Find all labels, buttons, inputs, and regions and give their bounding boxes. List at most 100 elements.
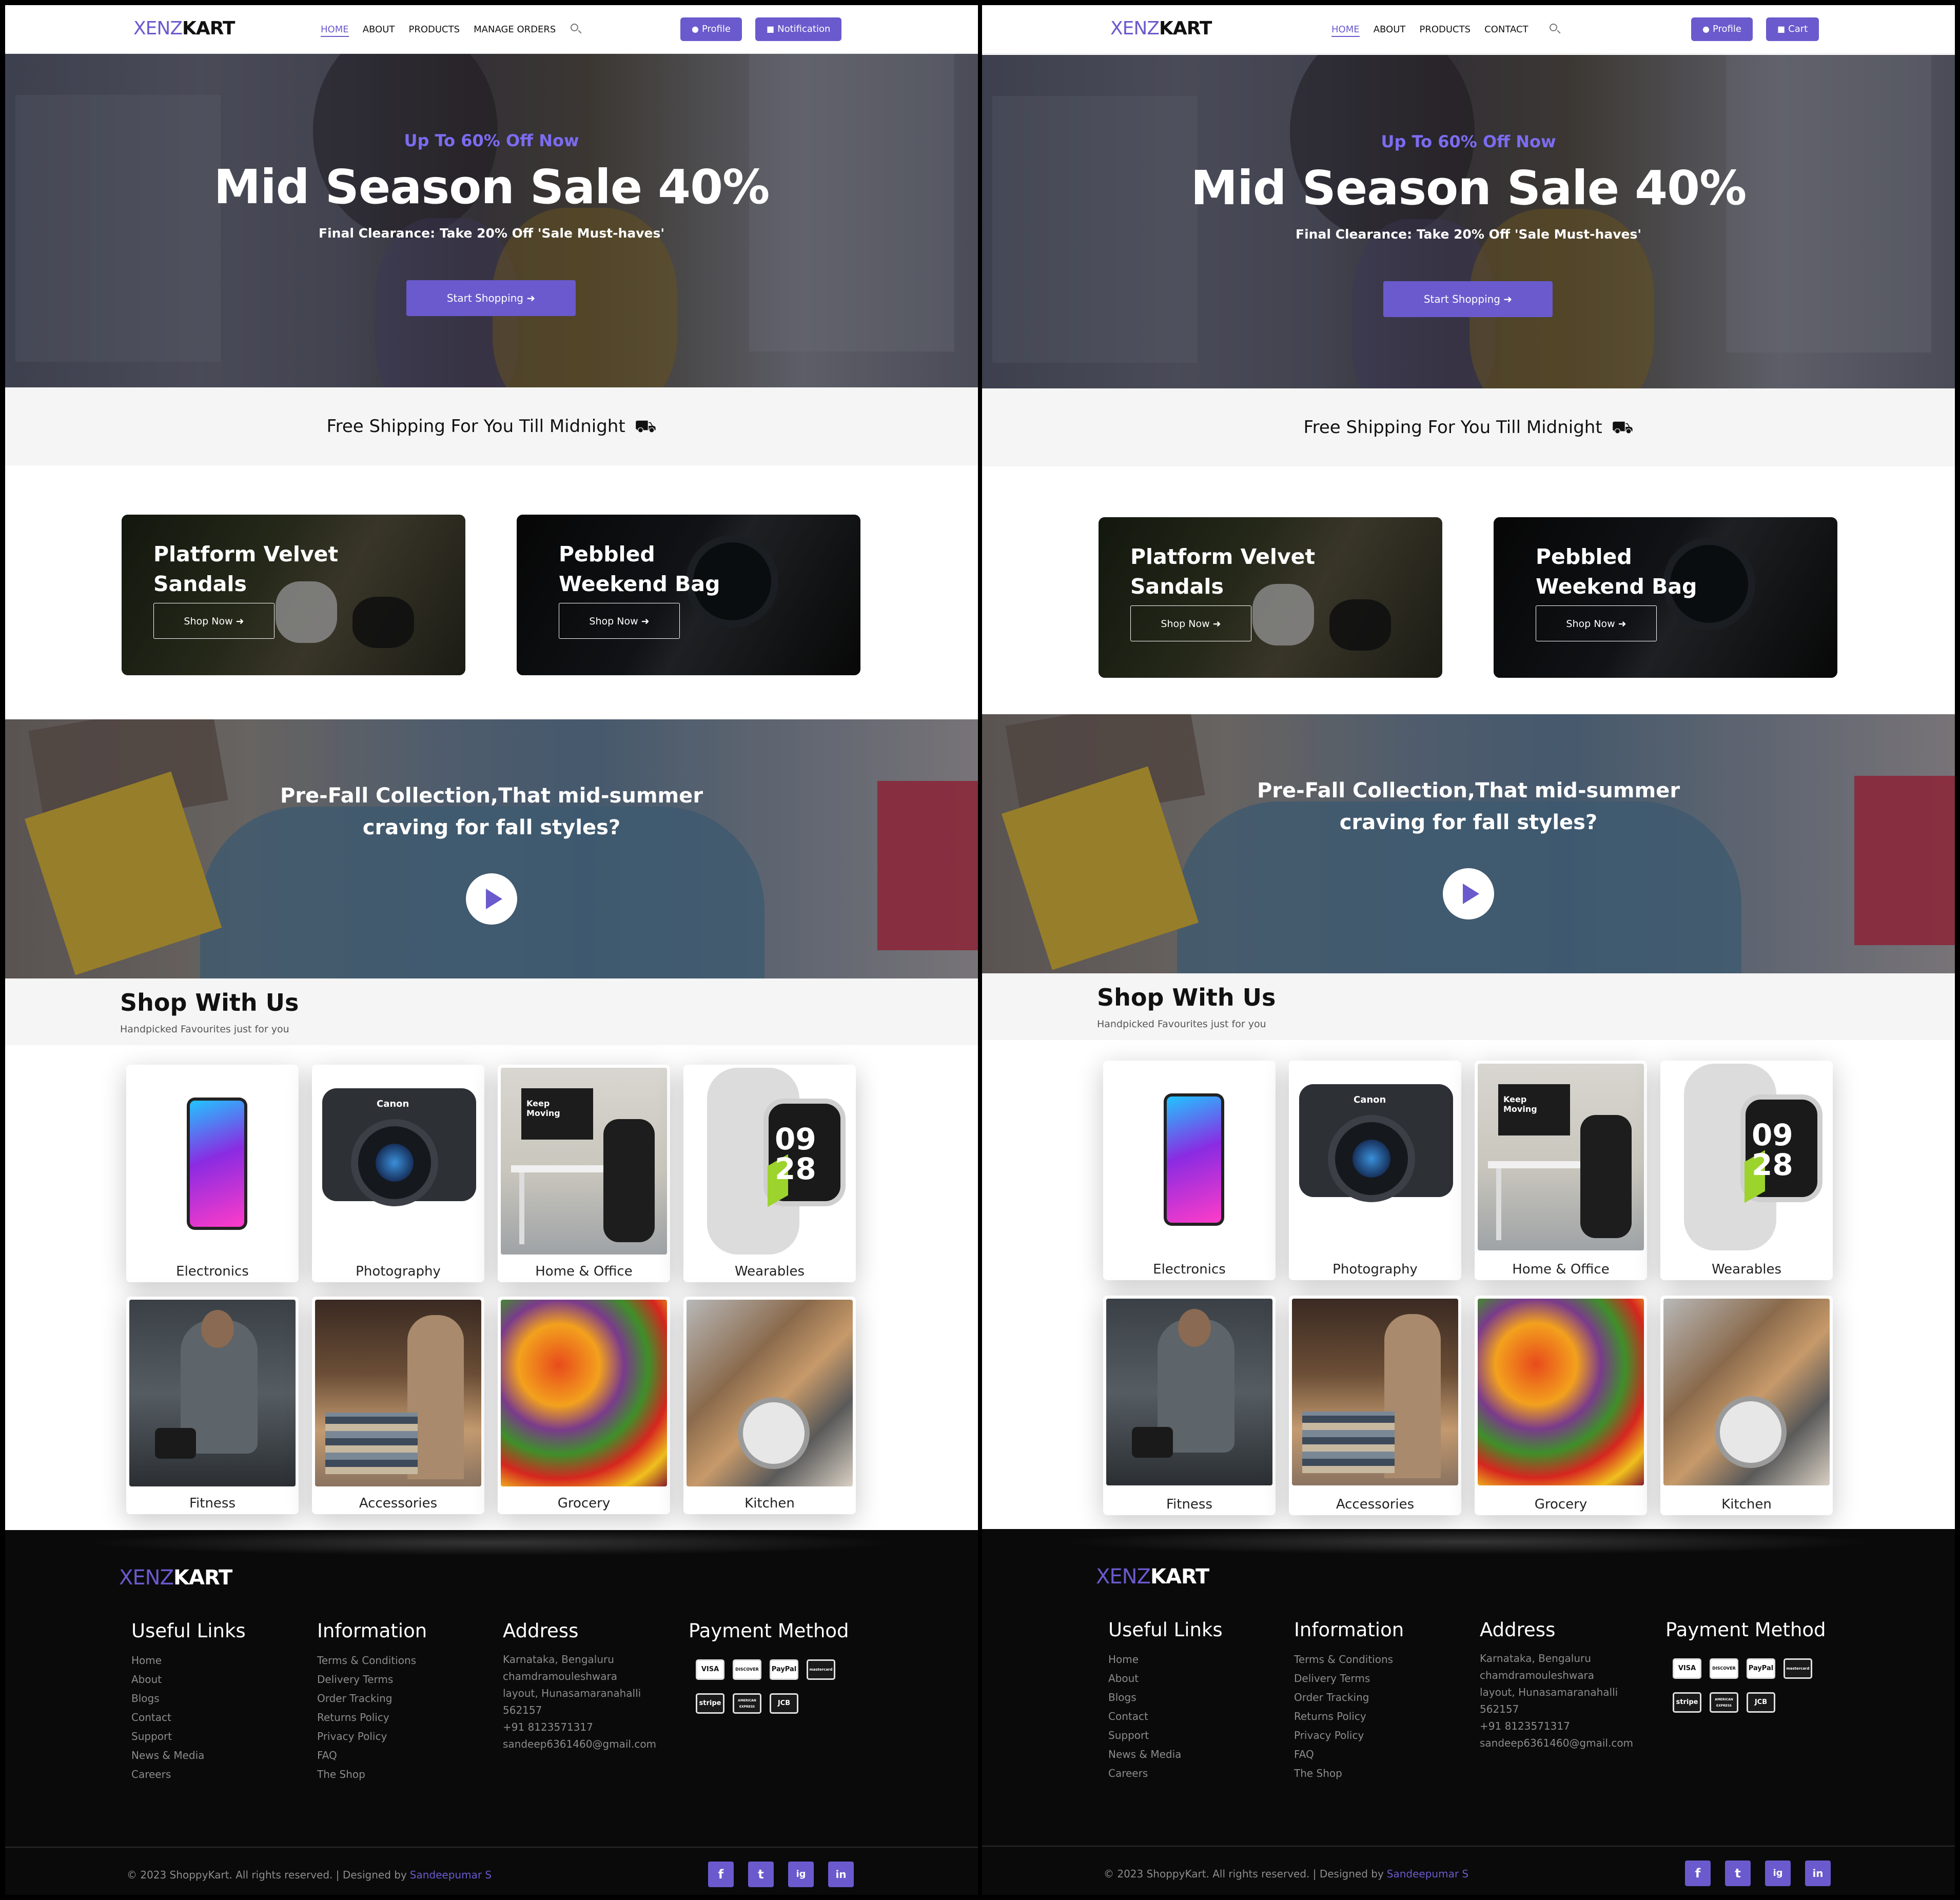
twitter-icon[interactable]: t bbox=[748, 1862, 774, 1887]
category-card-photography[interactable]: Canon Photography bbox=[1289, 1061, 1461, 1280]
footer-link[interactable]: Careers bbox=[1108, 1764, 1283, 1783]
footer-link[interactable]: Contact bbox=[131, 1708, 306, 1727]
profile-button[interactable]: ● Profile bbox=[680, 17, 742, 41]
footer-link[interactable]: Support bbox=[1108, 1726, 1283, 1745]
kitchen-image bbox=[1663, 1299, 1830, 1485]
footer-link[interactable]: Delivery Terms bbox=[317, 1670, 492, 1689]
cart-button[interactable]: ■ Cart bbox=[1766, 17, 1819, 41]
start-shopping-button[interactable]: Start Shopping ➜ bbox=[406, 280, 576, 316]
footer-link[interactable]: Home bbox=[131, 1651, 306, 1670]
search-icon[interactable] bbox=[570, 23, 583, 36]
nav-about[interactable]: ABOUT bbox=[363, 24, 395, 36]
footer-link[interactable]: Returns Policy bbox=[317, 1708, 492, 1727]
footer-link[interactable]: News & Media bbox=[131, 1746, 306, 1765]
amex-icon: AMERICAN EXPRESS bbox=[733, 1693, 761, 1714]
profile-button[interactable]: ● Profile bbox=[1691, 17, 1753, 41]
user-icon: ● bbox=[692, 24, 699, 34]
jcb-icon: JCB bbox=[770, 1693, 798, 1714]
footer-link[interactable]: The Shop bbox=[1294, 1764, 1468, 1783]
footer-link[interactable]: Privacy Policy bbox=[1294, 1726, 1468, 1745]
promo-card-bag[interactable]: Pebbled Weekend Bag Shop Now ➜ bbox=[517, 515, 860, 675]
header: XENZKART HOME ABOUT PRODUCTS MANAGE ORDE… bbox=[5, 5, 978, 54]
category-card-kitchen[interactable]: Kitchen bbox=[1660, 1296, 1833, 1515]
category-card-fitness[interactable]: Fitness bbox=[1103, 1296, 1276, 1515]
section-subtitle: Handpicked Favourites just for you bbox=[120, 1024, 289, 1035]
category-card-wearables[interactable]: 09 28 Wearables bbox=[683, 1065, 856, 1282]
instagram-icon[interactable]: ig bbox=[788, 1862, 814, 1887]
logo[interactable]: XENZKART bbox=[1110, 17, 1212, 40]
category-card-electronics[interactable]: Electronics bbox=[1103, 1061, 1276, 1280]
footer-link[interactable]: Terms & Conditions bbox=[1294, 1650, 1468, 1669]
nav-products[interactable]: PRODUCTS bbox=[1419, 24, 1471, 36]
footer-link[interactable]: Privacy Policy bbox=[317, 1727, 492, 1746]
arrow-right-icon: ➜ bbox=[1618, 618, 1626, 630]
shipping-banner: Free Shipping For You Till Midnight ⛟ bbox=[5, 387, 978, 465]
nav-home[interactable]: HOME bbox=[1331, 24, 1360, 37]
designer-link[interactable]: Sandeepumar S bbox=[1387, 1868, 1468, 1880]
footer-link[interactable]: Order Tracking bbox=[1294, 1688, 1468, 1707]
footer-link[interactable]: About bbox=[1108, 1669, 1283, 1688]
footer-link[interactable]: The Shop bbox=[317, 1765, 492, 1784]
footer-link[interactable]: Blogs bbox=[1108, 1688, 1283, 1707]
shop-now-button[interactable]: Shop Now ➜ bbox=[1536, 605, 1657, 641]
footer-link[interactable]: Delivery Terms bbox=[1294, 1669, 1468, 1688]
start-shopping-button[interactable]: Start Shopping ➜ bbox=[1383, 281, 1553, 317]
instagram-icon[interactable]: ig bbox=[1765, 1860, 1791, 1886]
category-card-kitchen[interactable]: Kitchen bbox=[683, 1297, 856, 1514]
footer-logo[interactable]: XENZKART bbox=[119, 1566, 232, 1590]
shop-now-button[interactable]: Shop Now ➜ bbox=[559, 603, 680, 639]
footer-link[interactable]: FAQ bbox=[317, 1746, 492, 1765]
visa-icon: VISA bbox=[1673, 1658, 1701, 1679]
promo-title: Platform Velvet Sandals bbox=[153, 542, 339, 596]
footer-link[interactable]: About bbox=[131, 1670, 306, 1689]
designer-link[interactable]: Sandeepumar S bbox=[410, 1869, 492, 1881]
category-card-wearables[interactable]: 09 28 Wearables bbox=[1660, 1061, 1833, 1280]
facebook-icon[interactable]: f bbox=[1685, 1860, 1711, 1886]
nav-products[interactable]: PRODUCTS bbox=[408, 24, 460, 36]
play-button[interactable] bbox=[466, 873, 517, 925]
footer-link[interactable]: Returns Policy bbox=[1294, 1707, 1468, 1726]
paypal-icon: PayPal bbox=[1747, 1658, 1775, 1679]
shop-now-button[interactable]: Shop Now ➜ bbox=[153, 603, 275, 639]
footer-link[interactable]: Support bbox=[131, 1727, 306, 1746]
category-card-grocery[interactable]: Grocery bbox=[498, 1297, 670, 1514]
footer-link[interactable]: Order Tracking bbox=[317, 1689, 492, 1708]
shop-now-button[interactable]: Shop Now ➜ bbox=[1130, 605, 1251, 641]
category-card-accessories[interactable]: Accessories bbox=[312, 1297, 484, 1514]
promo-card-sandals[interactable]: Platform Velvet Sandals Shop Now ➜ bbox=[1099, 517, 1442, 678]
promo-card-sandals[interactable]: Platform Velvet Sandals Shop Now ➜ bbox=[122, 515, 465, 675]
category-card-fitness[interactable]: Fitness bbox=[126, 1297, 299, 1514]
category-card-photography[interactable]: Canon Photography bbox=[312, 1065, 484, 1282]
footer-link[interactable]: Blogs bbox=[131, 1689, 306, 1708]
notification-button[interactable]: ■ Notification bbox=[755, 17, 842, 41]
logo[interactable]: XENZKART bbox=[133, 17, 235, 40]
footer-link[interactable]: Careers bbox=[131, 1765, 306, 1784]
play-icon bbox=[1463, 884, 1479, 904]
hero-subtitle: Up To 60% Off Now bbox=[404, 131, 579, 150]
footer-link[interactable]: Contact bbox=[1108, 1707, 1283, 1726]
footer-link[interactable]: News & Media bbox=[1108, 1745, 1283, 1764]
category-card-grocery[interactable]: Grocery bbox=[1475, 1296, 1647, 1515]
linkedin-icon[interactable]: in bbox=[828, 1862, 854, 1887]
header: XENZKART HOME ABOUT PRODUCTS CONTACT ● Pr… bbox=[982, 5, 1955, 54]
footer-logo[interactable]: XENZKART bbox=[1096, 1565, 1209, 1589]
twitter-icon[interactable]: t bbox=[1725, 1860, 1751, 1886]
facebook-icon[interactable]: f bbox=[708, 1862, 734, 1887]
nav-contact[interactable]: CONTACT bbox=[1484, 24, 1528, 36]
nav-manage-orders[interactable]: MANAGE ORDERS bbox=[474, 24, 556, 36]
footer-link[interactable]: Terms & Conditions bbox=[317, 1651, 492, 1670]
category-card-home-office[interactable]: Keep Moving Home & Office bbox=[1475, 1061, 1647, 1280]
footer-address: Address Karnataka, Bengaluru chamdramoul… bbox=[1480, 1619, 1634, 1749]
footer-link[interactable]: Home bbox=[1108, 1650, 1283, 1669]
nav-about[interactable]: ABOUT bbox=[1374, 24, 1406, 36]
linkedin-icon[interactable]: in bbox=[1805, 1860, 1831, 1886]
play-button[interactable] bbox=[1443, 868, 1494, 919]
category-card-accessories[interactable]: Accessories bbox=[1289, 1296, 1461, 1515]
category-card-electronics[interactable]: Electronics bbox=[126, 1065, 299, 1282]
category-card-home-office[interactable]: Keep Moving Home & Office bbox=[498, 1065, 670, 1282]
footer-link[interactable]: FAQ bbox=[1294, 1745, 1468, 1764]
promo-card-bag[interactable]: Pebbled Weekend Bag Shop Now ➜ bbox=[1494, 517, 1837, 678]
search-icon[interactable] bbox=[1549, 23, 1562, 36]
footer-address: Address Karnataka, Bengaluru chamdramoul… bbox=[503, 1620, 657, 1750]
nav-home[interactable]: HOME bbox=[321, 24, 349, 37]
